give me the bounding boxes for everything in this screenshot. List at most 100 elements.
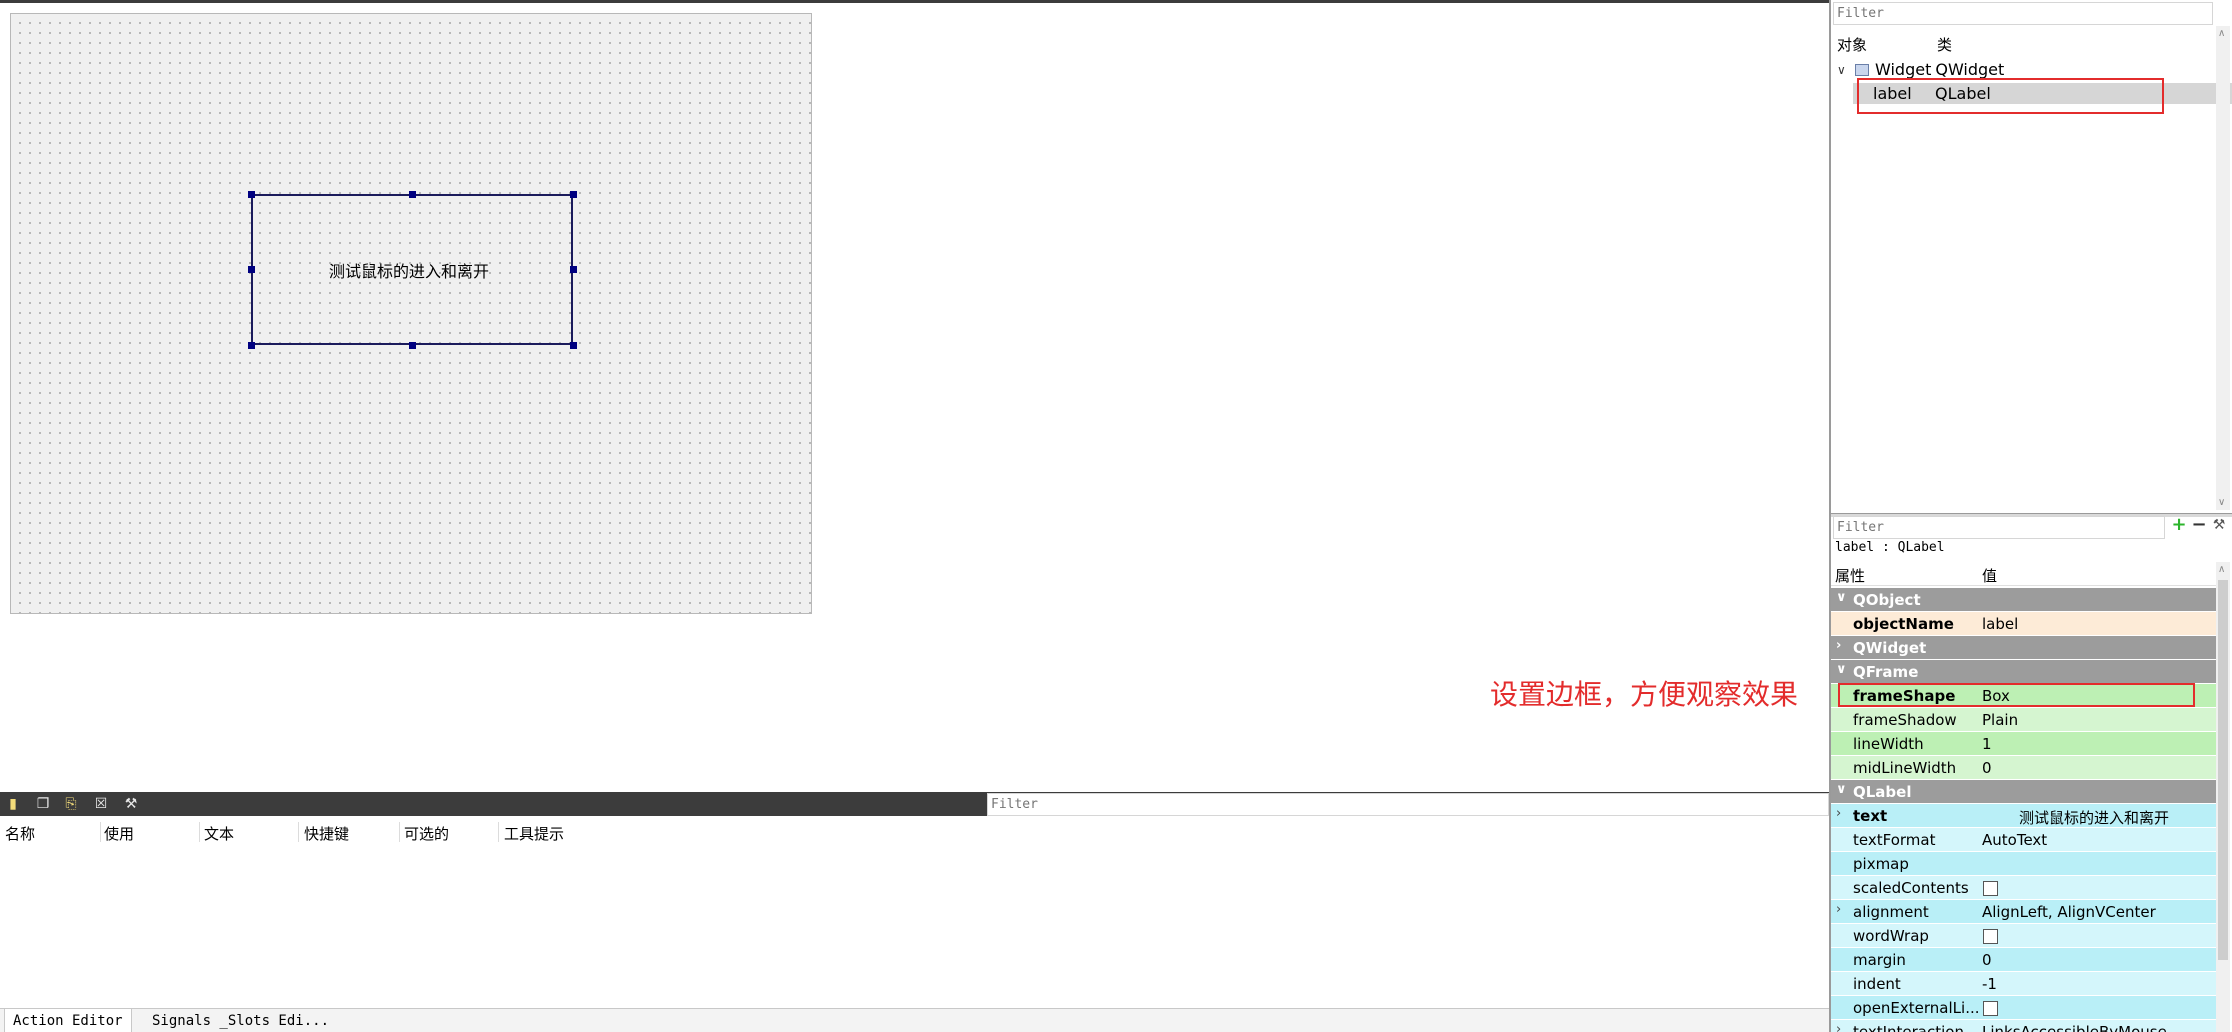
resize-handle-mr[interactable]: [570, 266, 577, 273]
prop-value[interactable]: AlignLeft, AlignVCenter: [1982, 903, 2156, 921]
property-filter-input[interactable]: [1833, 516, 2165, 539]
prop-row-textinteraction[interactable]: › textInteraction LinksAccessibleByMouse: [1831, 1020, 2216, 1032]
group-qframe[interactable]: ∨ QFrame: [1831, 660, 2216, 684]
prop-row-objectname[interactable]: objectName label: [1831, 612, 2216, 636]
column-header-shortcut[interactable]: 快捷键: [304, 823, 349, 844]
property-column-header[interactable]: 属性: [1835, 565, 1865, 586]
highlight-box-tree: [1857, 78, 2164, 114]
prop-name: objectName: [1853, 615, 1954, 633]
scroll-up-icon[interactable]: ∧: [2218, 28, 2225, 39]
group-qobject[interactable]: ∨ QObject: [1831, 588, 2216, 612]
prop-value[interactable]: -1: [1982, 975, 1997, 993]
chevron-down-icon[interactable]: ∨: [1837, 63, 1855, 77]
top-border: [0, 0, 1830, 3]
wrench-icon[interactable]: ⚒: [2211, 516, 2227, 534]
prop-value[interactable]: 0: [1982, 759, 1992, 777]
prop-row-wordwrap[interactable]: wordWrap: [1831, 924, 2216, 948]
header-separator: [199, 822, 200, 842]
prop-row-scaledcontents[interactable]: scaledContents: [1831, 876, 2216, 900]
resize-handle-tm[interactable]: [409, 191, 416, 198]
chevron-right-icon[interactable]: ›: [1836, 638, 1841, 653]
action-table-header: 名称 使用 文本 快捷键 可选的 工具提示: [0, 818, 1829, 846]
column-header-used[interactable]: 使用: [104, 823, 134, 844]
column-header-checkable[interactable]: 可选的: [404, 823, 449, 844]
header-separator: [100, 822, 101, 842]
object-scrollbar[interactable]: ∧ ∨: [2216, 26, 2230, 510]
bottom-dock-tabs: Action Editor Signals _Slots Edi...: [0, 1008, 1829, 1032]
prop-name: text: [1853, 807, 1888, 825]
group-qwidget[interactable]: › QWidget: [1831, 636, 2216, 660]
column-header-text[interactable]: 文本: [204, 823, 234, 844]
prop-row-pixmap[interactable]: pixmap: [1831, 852, 2216, 876]
prop-value[interactable]: LinksAccessibleByMouse: [1982, 1023, 2167, 1032]
copy-action-icon[interactable]: ❐: [34, 795, 52, 813]
plus-icon[interactable]: +: [2171, 516, 2187, 534]
settings-wrench-icon[interactable]: ⚒: [122, 795, 140, 813]
prop-row-linewidth[interactable]: lineWidth 1: [1831, 732, 2216, 756]
tree-item-widget[interactable]: ∨ Widget QWidget: [1837, 60, 2004, 79]
wordwrap-checkbox[interactable]: [1983, 929, 1998, 944]
scrollbar-thumb[interactable]: [2218, 580, 2228, 960]
prop-name: lineWidth: [1853, 735, 1924, 753]
object-column-header[interactable]: 对象: [1837, 34, 1867, 55]
delete-action-icon[interactable]: ☒: [92, 795, 110, 813]
prop-value[interactable]: Plain: [1982, 711, 2018, 729]
chevron-right-icon[interactable]: ›: [1836, 1022, 1841, 1032]
chevron-right-icon[interactable]: ›: [1836, 902, 1841, 917]
chevron-down-icon[interactable]: ∨: [1836, 662, 1847, 677]
resize-handle-bl[interactable]: [248, 342, 255, 349]
paste-action-icon[interactable]: ⎘: [62, 795, 80, 813]
prop-row-text[interactable]: › text 测试鼠标的进入和离开: [1831, 804, 2216, 828]
value-column-header[interactable]: 值: [1982, 565, 1997, 586]
prop-value[interactable]: AutoText: [1982, 831, 2047, 849]
scaledcontents-checkbox[interactable]: [1983, 881, 1998, 896]
minus-icon[interactable]: −: [2191, 516, 2207, 534]
prop-value[interactable]: 1: [1982, 735, 1992, 753]
resize-handle-br[interactable]: [570, 342, 577, 349]
prop-row-margin[interactable]: margin 0: [1831, 948, 2216, 972]
scroll-up-icon[interactable]: ∧: [2218, 564, 2225, 575]
form-canvas[interactable]: 测试鼠标的进入和离开: [10, 13, 812, 614]
group-qlabel[interactable]: ∨ QLabel: [1831, 780, 2216, 804]
prop-name: scaledContents: [1853, 879, 1969, 897]
prop-row-midlinewidth[interactable]: midLineWidth 0: [1831, 756, 2216, 780]
chevron-down-icon[interactable]: ∨: [1836, 782, 1847, 797]
property-scrollbar[interactable]: ∧: [2216, 562, 2230, 1032]
prop-row-frameshadow[interactable]: frameShadow Plain: [1831, 708, 2216, 732]
prop-name: pixmap: [1853, 855, 1909, 873]
label-widget[interactable]: 测试鼠标的进入和离开: [251, 194, 573, 345]
prop-row-indent[interactable]: indent -1: [1831, 972, 2216, 996]
prop-value[interactable]: label: [1982, 615, 2018, 633]
column-header-tooltip[interactable]: 工具提示: [504, 823, 564, 844]
label-widget-text: 测试鼠标的进入和离开: [329, 261, 490, 281]
class-column-header[interactable]: 类: [1937, 34, 1952, 55]
object-filter-input[interactable]: [1833, 2, 2213, 25]
new-action-icon[interactable]: ▮: [4, 795, 22, 813]
chevron-right-icon[interactable]: ›: [1836, 806, 1841, 821]
prop-value[interactable]: 测试鼠标的进入和离开: [2019, 807, 2169, 828]
column-header-name[interactable]: 名称: [5, 823, 35, 844]
prop-name: openExternalLi...: [1853, 999, 1980, 1017]
prop-row-openexternallinks[interactable]: openExternalLi...: [1831, 996, 2216, 1020]
tab-action-editor[interactable]: Action Editor: [4, 1009, 132, 1032]
header-separator: [498, 822, 499, 842]
chevron-down-icon[interactable]: ∨: [1836, 590, 1847, 605]
prop-row-textformat[interactable]: textFormat AutoText: [1831, 828, 2216, 852]
prop-value[interactable]: 0: [1982, 951, 1992, 969]
header-separator: [298, 822, 299, 842]
group-label: QObject: [1853, 591, 1921, 609]
prop-name: textFormat: [1853, 831, 1936, 849]
property-header: 属性 值: [1831, 562, 2216, 586]
openexternallinks-checkbox[interactable]: [1983, 1001, 1998, 1016]
tab-signals-slots-editor[interactable]: Signals _Slots Edi...: [144, 1009, 337, 1032]
resize-handle-tl[interactable]: [248, 191, 255, 198]
action-filter-input[interactable]: [987, 793, 1829, 816]
prop-row-alignment[interactable]: › alignment AlignLeft, AlignVCenter: [1831, 900, 2216, 924]
highlight-box-frameshape: [1838, 683, 2195, 707]
resize-handle-tr[interactable]: [570, 191, 577, 198]
scroll-down-icon[interactable]: ∨: [2218, 497, 2225, 508]
resize-handle-bm[interactable]: [409, 342, 416, 349]
prop-name: indent: [1853, 975, 1901, 993]
right-dock: 对象 类 ∨ Widget QWidget label QLabel ∧ ∨ +…: [1829, 0, 2232, 1032]
resize-handle-ml[interactable]: [248, 266, 255, 273]
